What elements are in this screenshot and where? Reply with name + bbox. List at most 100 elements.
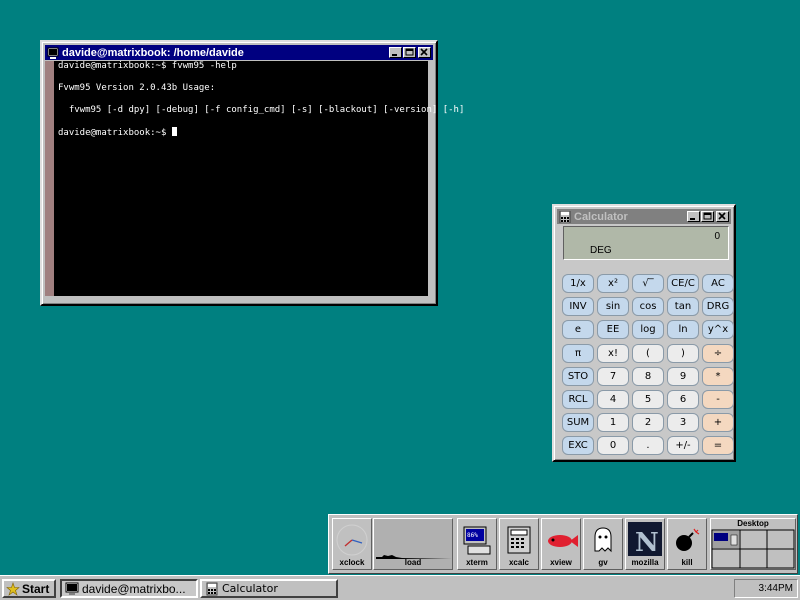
pager-grid[interactable] [711,529,795,569]
calc-button-multiply[interactable]: * [702,366,734,386]
terminal-line: Fvwm95 Version 2.0.43b Usage: [58,83,216,93]
terminal-line: davide@matrixbook:~$ fvwm95 -help [58,61,237,71]
close-button[interactable] [418,47,431,58]
minimize-button[interactable] [389,47,402,58]
calc-button-digit-2[interactable]: 2 [632,413,664,433]
calculator-window[interactable]: Calculator 0 DEG 1/x x² √‾ CE/C AC INV sin cos t… [552,204,736,462]
kill-launcher[interactable]: kill [667,518,707,570]
calculator-display: 0 DEG [563,226,729,260]
clock-icon [336,524,368,556]
wharf-label: kill [681,558,693,567]
task-calculator[interactable]: Calculator [200,579,338,598]
terminal-window-icon[interactable] [47,47,59,59]
load-graph-icon [376,555,452,559]
calc-button-digit-4[interactable]: 4 [597,390,629,409]
calc-button-sqrt[interactable]: √‾ [632,274,664,293]
calc-button-digit-6[interactable]: 6 [667,390,699,409]
start-logo-icon [6,581,20,596]
calc-button-store[interactable]: STO [562,366,594,386]
calc-button-clear-entry[interactable]: CE/C [667,274,699,293]
calc-button-close-paren[interactable]: ) [667,343,699,363]
wharf-label: xterm [466,558,488,567]
terminal-cursor [171,127,177,136]
xterm-launcher[interactable]: 86% xterm [457,518,497,570]
terminal-icon: 86% [463,526,491,555]
calc-button-digit-8[interactable]: 8 [632,366,664,386]
calc-button-digit-7[interactable]: 7 [597,366,629,386]
calc-button-digit-5[interactable]: 5 [632,390,664,409]
minimize-button[interactable] [687,211,700,222]
terminal-prompt-line: davide@matrixbook:~$ [58,127,424,138]
calculator-title: Calculator [574,210,628,223]
svg-text:86%: 86% [467,532,478,539]
calc-button-equals[interactable]: = [702,436,734,456]
maximize-button[interactable] [403,47,416,58]
xclock-launcher[interactable]: xclock [332,518,372,570]
calc-button-digit-9[interactable]: 9 [667,366,699,386]
calc-button-tan[interactable]: tan [667,297,699,317]
task-terminal[interactable]: davide@matrixbo... [60,579,198,598]
calc-button-e[interactable]: e [562,320,594,340]
svg-text:N: N [635,528,659,558]
calc-button-decimal[interactable]: . [632,436,664,456]
xview-launcher[interactable]: xview [541,518,581,570]
calc-button-exchange[interactable]: EXC [562,436,594,456]
calc-button-all-clear[interactable]: AC [702,274,734,293]
calc-button-divide[interactable]: ÷ [702,343,734,363]
calc-button-add[interactable]: + [702,413,734,433]
start-label: Start [22,581,50,596]
ghost-icon [594,527,612,553]
calculator-icon [507,526,531,554]
netscape-icon: N [628,522,662,558]
gv-launcher[interactable]: gv [583,518,623,570]
calc-button-recall[interactable]: RCL [562,390,594,409]
calc-button-sum[interactable]: SUM [562,413,594,433]
terminal-titlebar[interactable]: davide@matrixbook: /home/davide [45,45,433,60]
clock[interactable]: 3:44PM [759,583,793,594]
fish-icon [548,535,578,547]
calc-button-negate[interactable]: +/- [667,436,699,456]
wharf-panel: xclock load 86% xterm xcalc xview gv N m… [328,514,798,574]
wharf-label: xcalc [508,558,530,567]
calc-button-drg[interactable]: DRG [702,297,734,317]
calc-button-open-paren[interactable]: ( [632,343,664,363]
wharf-label: load [404,558,422,567]
terminal-window[interactable]: davide@matrixbook: /home/davide davide@m… [40,40,465,306]
calculator-titlebar[interactable]: Calculator [557,209,731,224]
calc-button-power[interactable]: y^x [702,320,734,340]
calc-button-reciprocal[interactable]: 1/x [562,274,594,293]
load-monitor[interactable]: load [373,518,453,570]
task-label: Calculator [222,582,278,595]
calc-button-factorial[interactable]: x! [597,343,629,363]
calc-button-sin[interactable]: sin [597,297,629,317]
mozilla-launcher[interactable]: N mozilla [625,518,665,570]
desktop-pager[interactable]: Desktop [710,518,796,570]
xcalc-launcher[interactable]: xcalc [499,518,539,570]
calc-button-log[interactable]: log [632,320,664,340]
calc-button-cos[interactable]: cos [632,297,664,317]
close-button[interactable] [716,211,729,222]
calc-button-ln[interactable]: ln [667,320,699,340]
calc-button-square[interactable]: x² [597,274,629,293]
maximize-button[interactable] [701,211,714,222]
terminal-title: davide@matrixbook: /home/davide [62,46,244,59]
calculator-window-icon[interactable] [559,210,571,223]
calc-button-subtract[interactable]: - [702,390,734,409]
start-button[interactable]: Start [2,579,56,598]
terminal-line: fvwm95 [-d dpy] [-debug] [-f config_cmd]… [58,105,465,115]
wharf-label: mozilla [631,558,659,567]
display-value: 0 [714,231,720,242]
calc-button-digit-1[interactable]: 1 [597,413,629,433]
display-mode: DEG [590,245,612,256]
calc-button-pi[interactable]: π [562,343,594,363]
calc-button-digit-3[interactable]: 3 [667,413,699,433]
calc-button-inverse[interactable]: INV [562,297,594,317]
terminal-task-icon [65,582,79,595]
wharf-label: xview [550,558,572,567]
calc-button-ee[interactable]: EE [597,320,629,340]
calc-button-digit-0[interactable]: 0 [597,436,629,456]
terminal-output[interactable]: davide@matrixbook:~$ fvwm95 -help Fvwm95… [54,61,465,296]
bomb-icon [676,528,700,551]
terminal-scrollbar[interactable] [45,61,54,296]
